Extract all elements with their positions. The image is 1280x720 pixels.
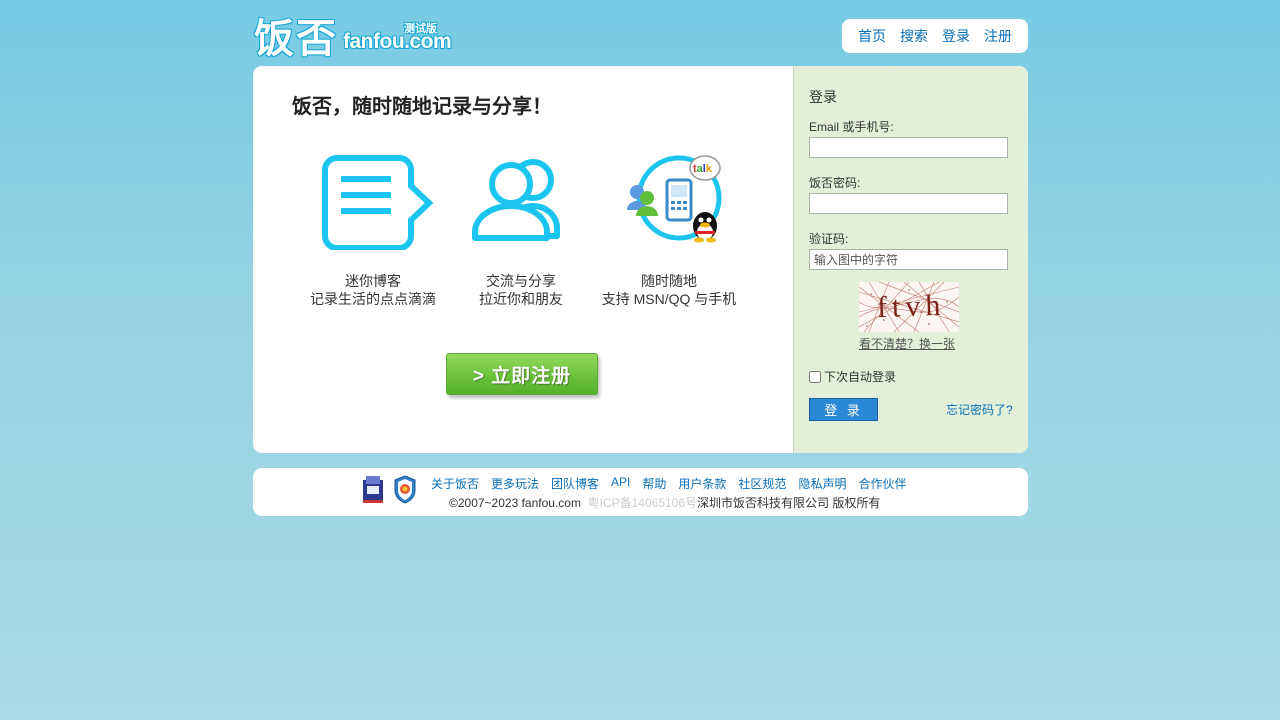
email-field[interactable] <box>809 137 1008 158</box>
remember-label: 下次自动登录 <box>824 370 897 384</box>
signup-button[interactable]: > 立即注册 <box>446 353 598 395</box>
refresh-captcha-link[interactable]: 看不清楚？换一张 <box>859 335 955 352</box>
trust-badge-icon[interactable] <box>361 474 385 504</box>
footer-link-privacy[interactable]: 隐私声明 <box>798 475 846 492</box>
captcha-image[interactable]: ftvh <box>858 281 960 333</box>
copyright: ©2007~2023 fanfou.com 粤ICP备14065106号深圳市饭… <box>449 494 880 511</box>
nav-register-link[interactable]: 注册 <box>984 26 1012 46</box>
main-panel: 饭否，随时随地记录与分享！ 迷你博客 记录生活的点点滴滴 交流与分享 拉近你和朋… <box>253 66 1028 453</box>
footer-link-team-blog[interactable]: 团队博客 <box>551 475 599 492</box>
login-form: 登录 Email 或手机号: 饭否密码: 验证码: ftvh <box>793 66 1028 453</box>
feature-title: 迷你博客 <box>345 273 401 289</box>
police-shield-icon[interactable] <box>393 474 417 504</box>
feature-desc: 拉近你和朋友 <box>479 291 563 307</box>
footer: 关于饭否 更多玩法 团队博客 API 帮助 用户条款 社区规范 隐私声明 合作伙… <box>253 468 1028 516</box>
footer-link-api[interactable]: API <box>611 475 630 492</box>
fanfou-logo[interactable]: 饭否 fanfou.com 测试版 <box>254 12 452 61</box>
icp-link[interactable]: 粤ICP备14065106号 <box>588 496 697 510</box>
page-slogan: 饭否，随时随地记录与分享！ <box>292 96 552 118</box>
footer-link-community[interactable]: 社区规范 <box>738 475 786 492</box>
footer-link-terms[interactable]: 用户条款 <box>678 475 726 492</box>
nav-home-link[interactable]: 首页 <box>858 26 886 46</box>
login-button[interactable]: 登 录 <box>809 398 878 421</box>
captcha-label: 验证码: <box>809 232 849 246</box>
svg-text:talk: talk <box>693 163 713 175</box>
feature-share: 交流与分享 拉近你和朋友 <box>441 152 601 308</box>
company-text: 深圳市饭否科技有限公司 版权所有 <box>697 496 881 510</box>
forgot-password-link[interactable]: 忘记密码了? <box>946 401 1013 418</box>
logo-tag: 测试版 <box>404 23 437 35</box>
top-nav: 首页 搜索 登录 注册 <box>842 19 1028 53</box>
password-field[interactable] <box>809 193 1008 214</box>
footer-link-help[interactable]: 帮助 <box>642 475 666 492</box>
login-title: 登录 <box>809 89 837 105</box>
footer-link-about[interactable]: 关于饭否 <box>431 475 479 492</box>
email-label: Email 或手机号: <box>809 120 894 134</box>
footer-link-partners[interactable]: 合作伙伴 <box>858 475 906 492</box>
remember-checkbox[interactable] <box>809 370 821 383</box>
intro-section: 饭否，随时随地记录与分享！ 迷你博客 记录生活的点点滴滴 交流与分享 拉近你和朋… <box>253 66 793 453</box>
mobile-im-icon: talk <box>609 152 729 250</box>
feature-title: 随时随地 <box>641 273 697 289</box>
footer-links: 关于饭否 更多玩法 团队博客 API 帮助 用户条款 社区规范 隐私声明 合作伙… <box>431 475 906 492</box>
feature-title: 交流与分享 <box>486 273 556 289</box>
feature-mobile: talk 随时随地 支持 MSN/QQ 与手机 <box>589 152 749 308</box>
logo-cn-text: 饭否 <box>254 17 338 61</box>
footer-link-more[interactable]: 更多玩法 <box>491 475 539 492</box>
feature-desc: 记录生活的点点滴滴 <box>310 291 436 307</box>
feature-microblog: 迷你博客 记录生活的点点滴滴 <box>293 152 453 308</box>
captcha-input[interactable] <box>809 249 1008 270</box>
feature-desc: 支持 MSN/QQ 与手机 <box>601 291 737 307</box>
nav-login-link[interactable]: 登录 <box>942 26 970 46</box>
password-label: 饭否密码: <box>809 176 861 190</box>
friends-icon <box>461 152 581 250</box>
nav-search-link[interactable]: 搜索 <box>900 26 928 46</box>
copyright-text: ©2007~2023 fanfou.com <box>449 496 581 510</box>
remember-me[interactable]: 下次自动登录 <box>809 368 896 385</box>
captcha-text: ftvh <box>876 289 945 324</box>
message-bubble-icon <box>313 152 434 251</box>
